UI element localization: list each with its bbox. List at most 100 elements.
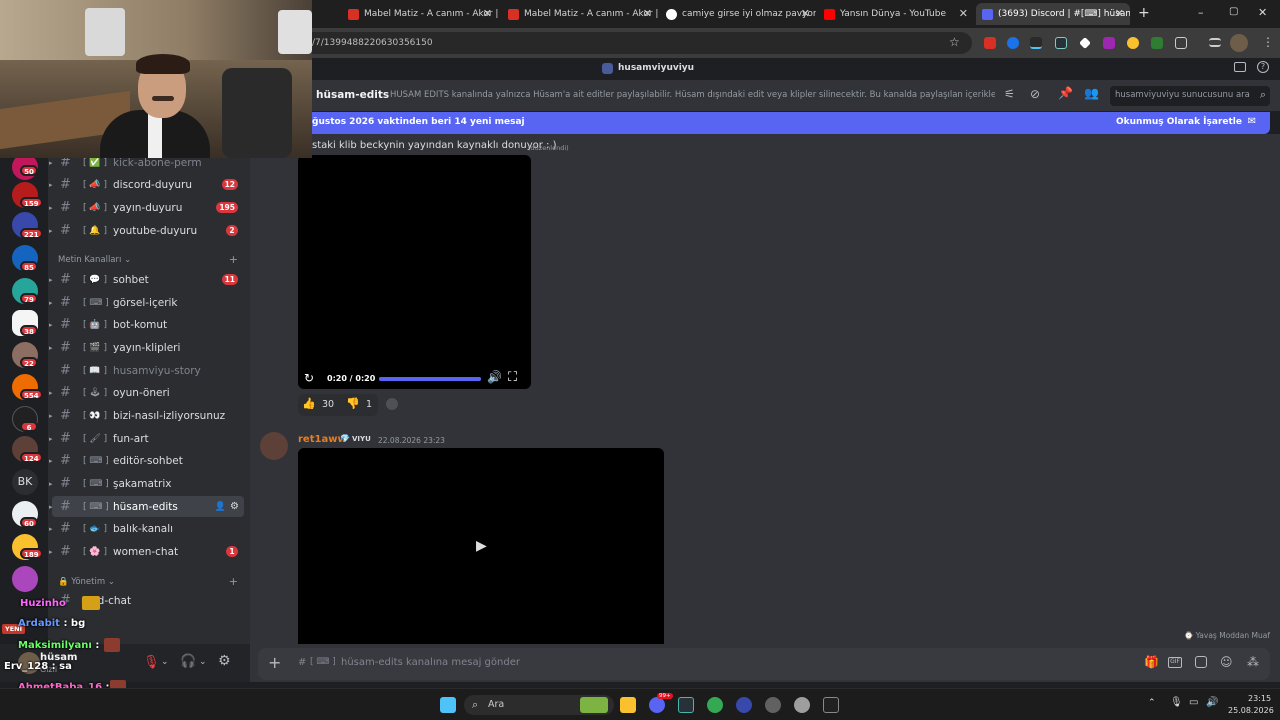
channel-discord-duyuru[interactable]: ▸ # [ 📣 ] discord-duyuru 12 [49,174,244,195]
extension-icon[interactable] [1007,37,1019,49]
sticker-icon[interactable] [1195,656,1207,668]
tab-close-icon[interactable]: ✕ [959,7,968,20]
tab-close-icon[interactable]: ✕ [643,7,652,20]
channel-husamviyu-story[interactable]: # [ 📖 ] husamviyu-story [52,360,244,381]
help-icon[interactable]: ? [1257,61,1269,73]
channel-husam-edits-active[interactable]: ▸ # [ ⌨ ] hüsam-edits 👤 ⚙ [49,496,244,517]
app-icon[interactable] [765,697,781,713]
video-player[interactable]: ▶ [298,448,664,644]
channel-editor-sohbet[interactable]: ▸ # [ ⌨ ] editör-sohbet [49,450,244,471]
taskbar-search-input[interactable]: ⌕ Ara [464,695,614,715]
obs-icon[interactable] [794,697,810,713]
tab-close-icon[interactable]: ✕ [801,7,810,20]
server-icon[interactable] [12,566,38,592]
avatar[interactable] [260,432,288,460]
inbox-icon[interactable] [1234,62,1246,72]
tray-chevron-up-icon[interactable]: ⌃ [1148,698,1156,708]
extensions-puzzle-icon[interactable] [1175,37,1187,49]
invite-user-icon[interactable]: 👤 [215,502,226,512]
clock-time[interactable]: 23:15 [1248,694,1271,703]
app-icon[interactable] [678,697,694,713]
extension-icon[interactable] [1030,37,1042,49]
extension-icon[interactable] [1079,37,1091,49]
channel-sakamatrix[interactable]: ▸ # [ ⌨ ] şakamatrix [49,473,244,494]
video-player[interactable]: ↻ 0:20 / 0:20 🔊 ⛶ [298,155,531,389]
tray-volume-icon[interactable]: 🔊 [1206,697,1218,708]
channel-women-chat[interactable]: ▸ # [ 🌸 ] women-chat 1 [49,541,244,562]
attach-plus-icon[interactable]: + [268,653,281,672]
tab-close-icon[interactable]: ✕ [1115,7,1124,20]
browser-menu-icon[interactable]: ⋮ [1262,35,1274,49]
emoji-icon[interactable]: ☺ [1220,655,1233,669]
tray-mic-icon[interactable]: 🎙 [1170,697,1183,708]
channel-bizi-nasil-izliyorsunuz[interactable]: ▸ # [ 👀 ] bizi-nasıl-izliyorsunuz [49,405,244,426]
play-icon[interactable]: ▶ [476,538,487,554]
tab-close-icon[interactable]: ✕ [483,7,492,20]
video-time: 0:20 / 0:20 [327,374,376,383]
create-channel-plus-icon[interactable]: + [229,575,238,588]
add-reaction-icon[interactable] [386,398,398,410]
chat-line: Huzinho [20,596,100,610]
channel-youtube-duyuru[interactable]: ▸ # [ 🔔 ] youtube-duyuru 2 [49,220,244,241]
message-composer[interactable]: + # [ ⌨ ] hüsam-edits kanalına mesaj gön… [258,648,1270,680]
close-window-button[interactable]: ✕ [1258,6,1267,19]
maximize-button[interactable]: ▢ [1229,6,1238,17]
new-tab-button[interactable]: + [1138,5,1150,21]
mark-as-read-button[interactable]: Okunmuş Olarak İşaretle [1116,117,1242,127]
channel-sohbet[interactable]: ▸ # [ 💬 ] sohbet 11 [49,269,244,290]
shield-extension-icon[interactable] [1151,37,1163,49]
fullscreen-icon[interactable]: ⛶ [508,370,517,385]
browser-tab-5-active[interactable]: (3693) Discord | #[⌨] hüsam- ✕ [976,3,1130,25]
apps-icon[interactable]: ⁂ [1247,655,1259,669]
windows-start-icon[interactable] [440,697,456,713]
app-icon[interactable] [736,697,752,713]
threads-icon[interactable]: ⚟ [1004,87,1015,101]
minimize-button[interactable]: – [1198,6,1204,19]
gear-icon[interactable]: ⚙ [230,501,239,512]
media-control-icon[interactable] [1209,38,1221,47]
category-yonetim[interactable]: 🔒 Yönetim ⌄ [58,577,115,587]
notifications-muted-icon[interactable]: ⊘ [1030,87,1040,101]
replay-icon[interactable]: ↻ [304,371,314,385]
extension-icon[interactable] [1127,37,1139,49]
edited-label: (düzenlendi) [528,144,569,152]
extension-icon[interactable] [1103,37,1115,49]
clock-date[interactable]: 25.08.2026 [1228,706,1274,715]
channel-name: sohbet [113,273,149,286]
address-bar[interactable]: /7/1399488220630356150 [300,32,972,54]
tray-network-icon[interactable]: ▭ [1189,697,1198,708]
chrome-icon[interactable] [707,697,723,713]
channel-yayin-duyuru[interactable]: ▸ # [ 📣 ] yayın-duyuru 195 [49,197,244,218]
category-metin-kanallari[interactable]: Metin Kanalları ⌄ [58,255,131,265]
reaction-thumbs-down[interactable]: 👎 1 [342,394,378,416]
browser-tab-4[interactable]: Yansın Dünya - YouTube ✕ [818,3,974,25]
browser-tab-3[interactable]: camiye girse iyi olmaz pavyona ✕ [660,3,816,25]
gift-icon[interactable]: 🎁 [1144,655,1159,669]
terminal-icon[interactable] [823,697,839,713]
profile-avatar[interactable] [1230,34,1248,52]
server-initials-icon[interactable]: BK [12,469,38,495]
file-explorer-icon[interactable] [620,697,636,713]
gif-icon[interactable]: GIF [1168,657,1182,668]
pinned-messages-icon[interactable]: 📌 [1058,86,1073,100]
bookmark-star-icon[interactable]: ☆ [949,35,960,49]
member-list-icon[interactable]: 👥 [1084,86,1099,100]
channel-topic[interactable]: HÜSAM EDİTS kanalında yalnızca Hüsam'a a… [390,90,995,100]
discord-app-icon[interactable] [649,697,665,713]
search-input[interactable]: husamviyuviyu sunucusunu ara ⌕ [1110,86,1270,106]
collapse-arrow-icon: ▸ [49,226,53,235]
channel-yayin-klipleri[interactable]: ▸ # [ 🎬 ] yayın-klipleri [49,337,244,358]
channel-oyun-oneri[interactable]: ▸ # [ 🕹 ] oyun-öneri [49,382,244,403]
create-channel-plus-icon[interactable]: + [229,253,238,266]
channel-bot-komut[interactable]: ▸ # [ 🤖 ] bot-komut [49,314,244,335]
browser-tab-2[interactable]: Mabel Matiz - A canım - Akor | ✕ [502,3,658,25]
channel-balik-kanali[interactable]: ▸ # [ 🐟 ] balık-kanalı [49,518,244,539]
channel-fun-art[interactable]: ▸ # [ 🖌 ] fun-art [49,428,244,449]
new-messages-banner[interactable]: ğustos 2026 vaktinden beri 14 yeni mesaj… [250,112,1270,134]
adblock-extension-icon[interactable] [984,37,996,49]
video-progress-track[interactable] [379,377,481,381]
volume-icon[interactable]: 🔊 [487,370,502,384]
channel-gorsel-icerik[interactable]: ▸ # [ ⌨ ] görsel-içerik [49,292,244,313]
extension-icon[interactable] [1055,37,1067,49]
browser-tab-1[interactable]: Mabel Matiz - A canım - Akor | ✕ [342,3,498,25]
